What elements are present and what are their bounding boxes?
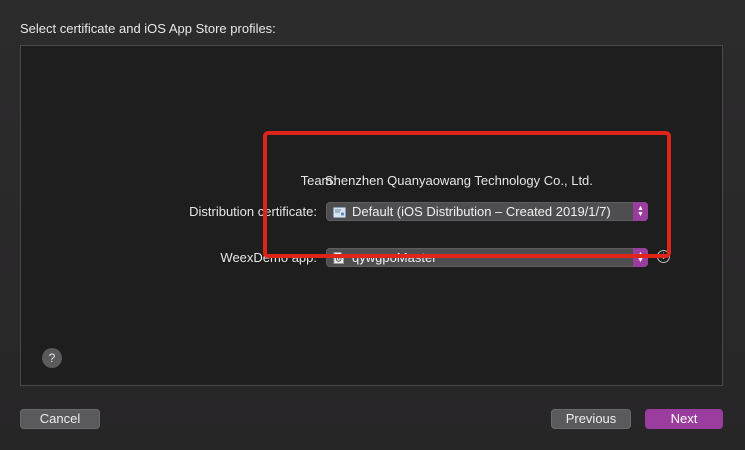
info-icon[interactable]: i <box>657 250 670 263</box>
app-profile-value: qywgpoMaster <box>352 250 437 265</box>
previous-button[interactable]: Previous <box>551 409 631 429</box>
team-value: Shenzhen Quanyaowang Technology Co., Ltd… <box>325 173 593 188</box>
chevron-up-down-icon: ▲ ▼ <box>633 202 648 221</box>
help-button[interactable]: ? <box>42 348 62 368</box>
export-dialog: Select certificate and iOS App Store pro… <box>0 0 745 450</box>
distribution-certificate-popup[interactable]: Default (iOS Distribution – Created 2019… <box>326 202 648 221</box>
app-profile-popup[interactable]: qywgpoMaster ▲ ▼ <box>326 248 648 267</box>
team-label: Team: <box>300 173 336 188</box>
cancel-button[interactable]: Cancel <box>20 409 100 429</box>
dialog-heading: Select certificate and iOS App Store pro… <box>20 21 276 36</box>
distribution-certificate-value: Default (iOS Distribution – Created 2019… <box>352 204 611 219</box>
settings-panel: Team: Shenzhen Quanyaowang Technology Co… <box>20 45 723 386</box>
chevron-up-down-icon: ▲ ▼ <box>633 248 648 267</box>
certificate-icon <box>333 206 346 218</box>
next-button[interactable]: Next <box>645 409 723 429</box>
app-profile-label: WeexDemo app: <box>220 250 317 265</box>
provisioning-profile-icon <box>333 252 346 264</box>
distribution-certificate-label: Distribution certificate: <box>189 204 317 219</box>
